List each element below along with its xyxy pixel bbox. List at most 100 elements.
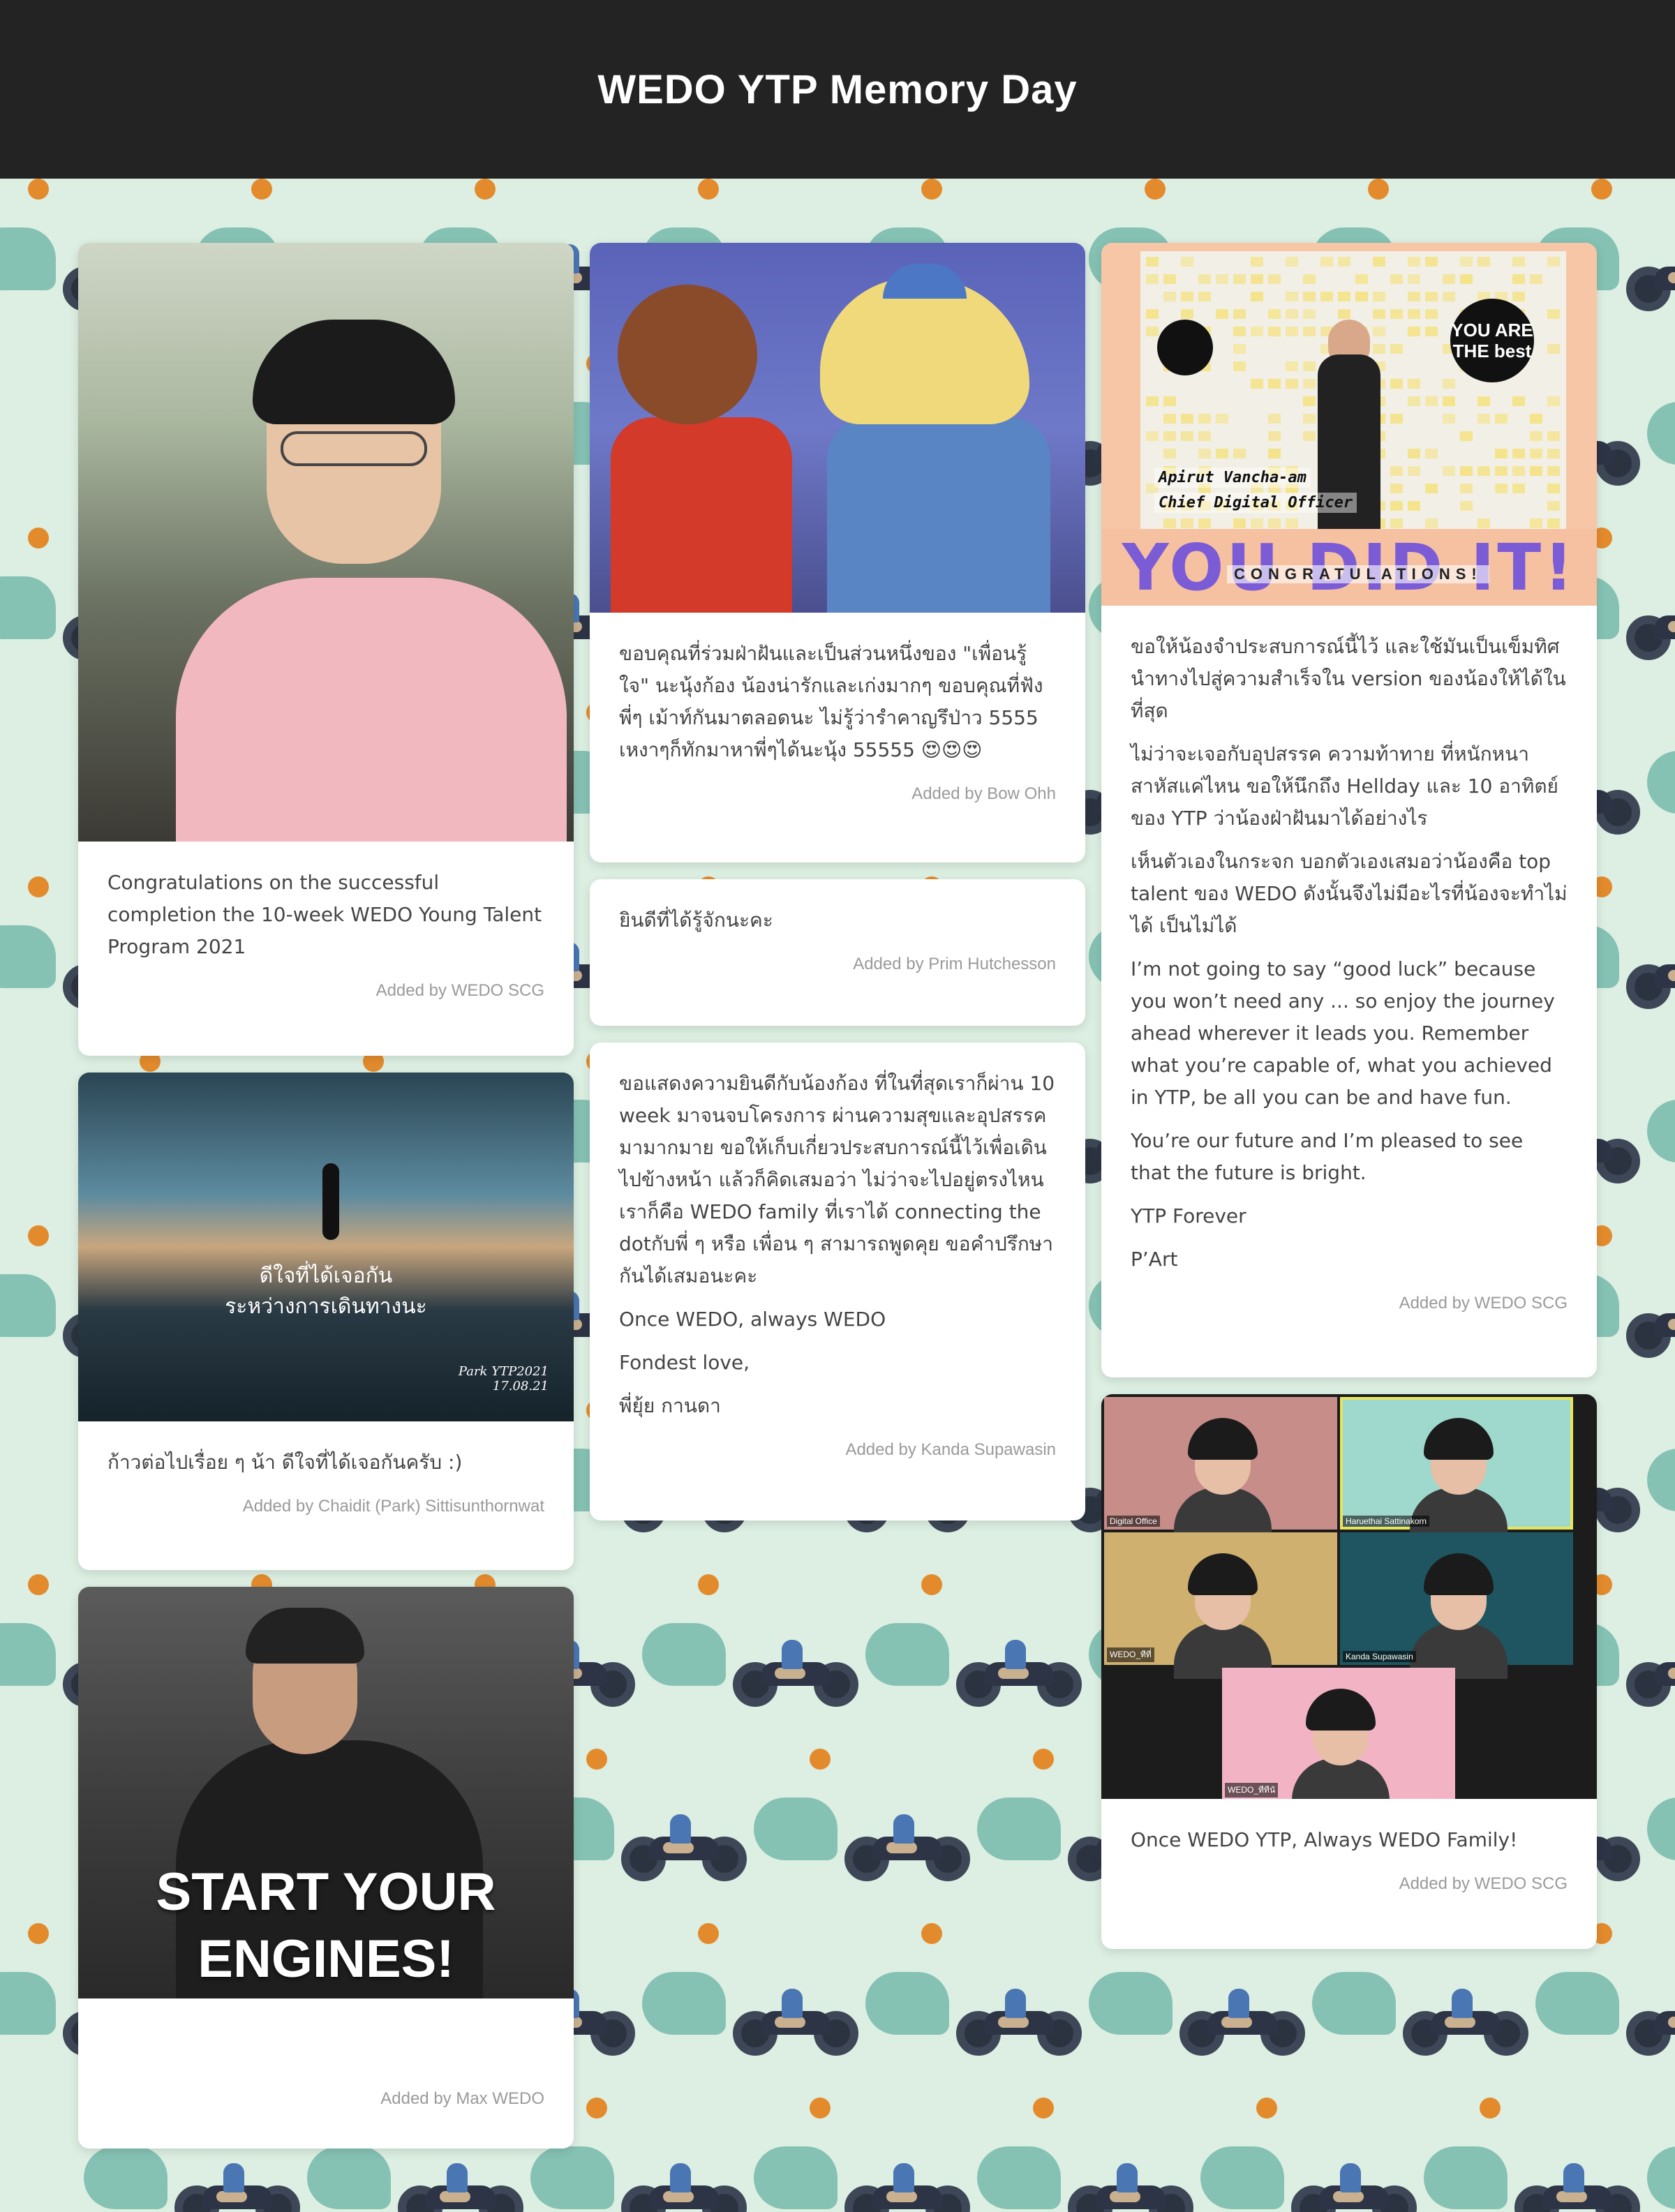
pattern-motorcycle	[733, 1644, 858, 1707]
pattern-dot	[1256, 2098, 1277, 2118]
pattern-motorcycle	[621, 2167, 747, 2212]
video-call-screenshot: Digital Office Haruethai Sattinakorn WED…	[1101, 1394, 1597, 1799]
post-card[interactable]: ดีใจที่ได้เจอกัน ระหว่างการเดินทางนะ Par…	[78, 1073, 574, 1570]
pattern-dot	[810, 1749, 831, 1770]
post-author: Added by WEDO SCG	[78, 974, 574, 1023]
post-message: Congratulations on the successful comple…	[78, 842, 574, 963]
pattern-leaf	[977, 2146, 1061, 2209]
pattern-leaf	[1647, 1798, 1675, 1860]
post-author: Added by Kanda Supawasin	[590, 1433, 1085, 1482]
post-card[interactable]: ยินดีที่ได้รู้จักนะคะ Added by Prim Hutc…	[590, 879, 1085, 1026]
cartoon-image	[590, 243, 1085, 613]
pattern-leaf	[1312, 1972, 1396, 2035]
pattern-motorcycle	[621, 1818, 747, 1881]
post-message: ขอให้น้องจำประสบการณ์นี้ไว้ และใช้มันเป็…	[1101, 606, 1597, 1276]
pattern-motorcycle	[1626, 597, 1675, 660]
pattern-motorcycle	[1514, 2167, 1640, 2212]
pattern-dot	[586, 2098, 607, 2118]
pattern-leaf	[754, 1798, 838, 1860]
pattern-dot	[921, 1923, 942, 1944]
pattern-leaf	[865, 1972, 949, 2035]
post-card[interactable]: ขอแสดงความยินดีกับน้องก้อง ที่ในที่สุดเร…	[590, 1043, 1085, 1520]
post-card[interactable]: START YOUR ENGINES! Added by Max WEDO	[78, 1587, 574, 2149]
post-author: Added by WEDO SCG	[1101, 1867, 1597, 1916]
pattern-dot	[1033, 1749, 1054, 1770]
pattern-leaf	[530, 2146, 614, 2209]
congratulations-image: YOU ARE THE best Apirut Vancha-am Chief …	[1101, 243, 1597, 606]
pattern-dot	[28, 876, 49, 897]
post-message: ขอบคุณที่ร่วมฝ่าฝันและเป็นส่วนหนึ่งของ "…	[590, 613, 1085, 766]
pattern-leaf	[642, 1623, 726, 1686]
pattern-dot	[1368, 179, 1389, 200]
gif-caption: ENGINES!	[78, 1926, 574, 1993]
post-card[interactable]: Digital Office Haruethai Sattinakorn WED…	[1101, 1394, 1597, 1949]
photo-overlay-line: ระหว่างการเดินทางนะ	[78, 1292, 574, 1322]
pattern-motorcycle	[844, 2167, 970, 2212]
pattern-leaf	[0, 1274, 56, 1337]
post-card[interactable]: ขอบคุณที่ร่วมฝ่าฝันและเป็นส่วนหนึ่งของ "…	[590, 243, 1085, 862]
pattern-leaf	[0, 1972, 56, 2035]
pattern-leaf	[642, 1972, 726, 2035]
post-author: Added by Chaidit (Park) Sittisunthornwat	[78, 1490, 574, 1539]
photo-caption: Apirut Vancha-am	[1154, 468, 1311, 488]
pattern-motorcycle	[1626, 1295, 1675, 1358]
portrait-photo	[78, 243, 574, 842]
post-author: Added by Bow Ohh	[590, 777, 1085, 826]
congratulations-label: CONGRATULATIONS!	[1227, 565, 1489, 583]
pattern-leaf	[1647, 2146, 1675, 2209]
pattern-leaf	[1647, 1100, 1675, 1163]
pattern-leaf	[0, 227, 56, 290]
pattern-leaf	[754, 2146, 838, 2209]
pattern-dot	[1591, 179, 1612, 200]
pattern-dot	[698, 1574, 719, 1595]
pattern-dot	[28, 1574, 49, 1595]
pattern-dot	[586, 1749, 607, 1770]
pattern-dot	[1033, 2098, 1054, 2118]
runner-photo: ดีใจที่ได้เจอกัน ระหว่างการเดินทางนะ Par…	[78, 1073, 574, 1421]
pattern-motorcycle	[956, 1993, 1082, 2056]
pattern-leaf	[1647, 402, 1675, 465]
post-message: Once WEDO YTP, Always WEDO Family!	[1101, 1799, 1597, 1856]
pattern-leaf	[1647, 751, 1675, 814]
pattern-dot	[698, 179, 719, 200]
pattern-leaf	[84, 2146, 168, 2209]
pattern-dot	[921, 1574, 942, 1595]
pattern-leaf	[0, 576, 56, 639]
pattern-dot	[28, 1225, 49, 1246]
post-message: ขอแสดงความยินดีกับน้องก้อง ที่ในที่สุดเร…	[590, 1043, 1085, 1422]
pattern-leaf	[0, 1623, 56, 1686]
pattern-dot	[251, 179, 272, 200]
post-message: ยินดีที่ได้รู้จักนะคะ	[590, 879, 1085, 936]
pattern-dot	[1145, 179, 1166, 200]
you-are-the-best-badge: YOU ARE THE best	[1450, 299, 1534, 382]
pattern-motorcycle	[1179, 1993, 1305, 2056]
pattern-dot	[698, 1923, 719, 1944]
pattern-leaf	[977, 1798, 1061, 1860]
pattern-motorcycle	[956, 1644, 1082, 1707]
pattern-leaf	[1089, 1972, 1172, 2035]
post-author: Added by Max WEDO	[78, 2082, 574, 2131]
pattern-motorcycle	[1626, 946, 1675, 1009]
post-author: Added by WEDO SCG	[1101, 1287, 1597, 1336]
page-header: WEDO YTP Memory Day	[0, 0, 1675, 179]
pattern-dot	[921, 179, 942, 200]
gif-caption: START YOUR	[78, 1859, 574, 1926]
pattern-motorcycle	[1626, 1644, 1675, 1707]
page-title: WEDO YTP Memory Day	[597, 66, 1077, 113]
post-card[interactable]: YOU ARE THE best Apirut Vancha-am Chief …	[1101, 243, 1597, 1377]
pattern-leaf	[865, 1623, 949, 1686]
pattern-dot	[28, 1923, 49, 1944]
pattern-leaf	[0, 925, 56, 988]
photo-caption: Chief Digital Officer	[1154, 493, 1357, 513]
pattern-motorcycle	[844, 1818, 970, 1881]
pattern-motorcycle	[398, 2167, 523, 2212]
pattern-motorcycle	[1068, 2167, 1193, 2212]
pattern-leaf	[1424, 2146, 1508, 2209]
post-card[interactable]: Congratulations on the successful comple…	[78, 243, 574, 1056]
pattern-leaf	[307, 2146, 391, 2209]
pattern-leaf	[1535, 1972, 1619, 2035]
pattern-leaf	[1647, 1449, 1675, 1511]
rocket-icon	[1157, 320, 1213, 375]
pattern-dot	[28, 528, 49, 548]
pattern-motorcycle	[1291, 2167, 1417, 2212]
